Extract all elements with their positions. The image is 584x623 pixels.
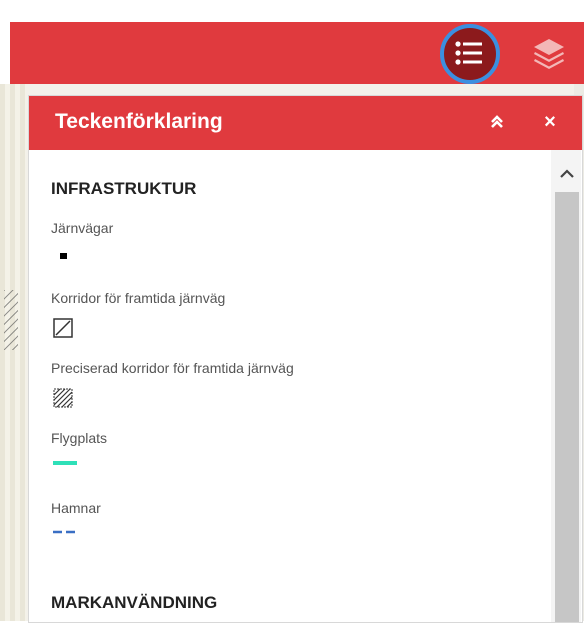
scroll-up-icon[interactable]	[557, 166, 577, 182]
collapse-button[interactable]	[486, 111, 508, 133]
double-chevron-up-icon	[491, 115, 503, 128]
legend-item-label: Hamnar	[51, 500, 101, 516]
close-button[interactable]: ×	[539, 111, 561, 133]
map-terrain-edge	[0, 84, 26, 621]
harbor-dashed-line-symbol	[53, 530, 77, 534]
legend-item-label: Preciserad korridor för framtida järnväg	[51, 360, 294, 376]
layers-icon	[534, 39, 564, 69]
map-hatched-area	[4, 290, 18, 350]
legend-item-label: Korridor för framtida järnväg	[51, 290, 226, 306]
section-title-infrastruktur: INFRASTRUKTUR	[51, 179, 197, 198]
list-icon	[455, 41, 482, 65]
layers-button[interactable]	[520, 24, 578, 82]
legend-item-label: Järnvägar	[51, 220, 114, 236]
legend-content: INFRASTRUKTUR Järnvägar Korridor för fra…	[29, 150, 549, 622]
legend-panel-header: Teckenförklaring ×	[29, 96, 582, 150]
legend-item-label: Flygplats	[51, 430, 108, 446]
legend-button[interactable]	[440, 24, 500, 84]
section-title-markanvandning: MARKANVÄNDNING	[51, 593, 218, 612]
railway-symbol	[60, 253, 67, 259]
hatched-square-symbol	[53, 318, 73, 338]
airport-line-symbol	[53, 461, 77, 465]
legend-panel: Teckenförklaring × INFRASTRUKTUR Järnväg…	[28, 95, 583, 623]
scrollbar-thumb[interactable]	[555, 192, 579, 622]
close-icon: ×	[544, 110, 556, 133]
dense-hatched-square-symbol	[53, 388, 73, 408]
legend-panel-title: Teckenförklaring	[55, 110, 223, 133]
